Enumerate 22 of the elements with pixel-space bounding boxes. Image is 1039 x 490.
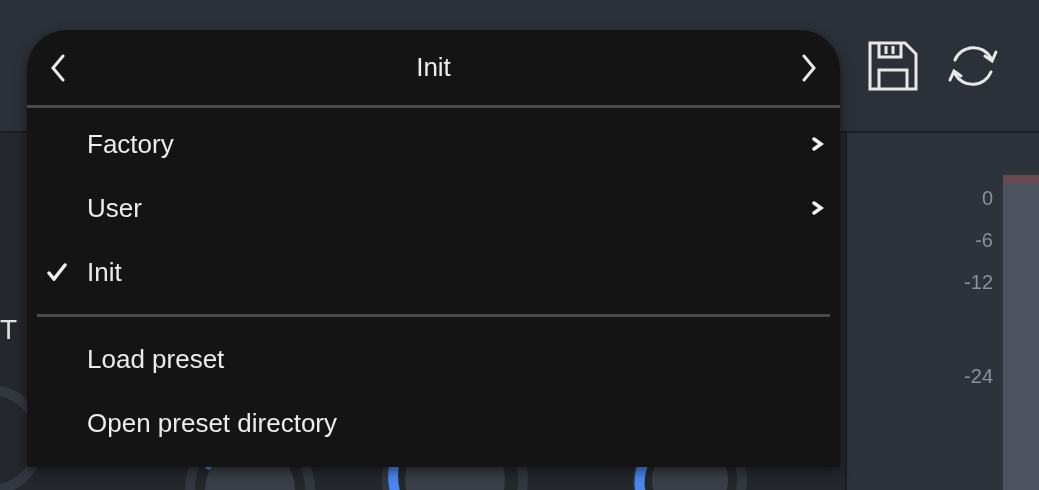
menu-item-label: Factory	[87, 127, 175, 161]
menu-item-label: User	[87, 191, 143, 225]
section-label: T	[0, 312, 18, 347]
meter-scale-label: -12	[964, 270, 993, 295]
meter-scale-label: 0	[981, 186, 993, 211]
meter-scale-label: -6	[975, 228, 993, 253]
menu-item-label: Open preset directory	[87, 406, 338, 440]
menu-item[interactable]: Open preset directory	[27, 391, 840, 455]
chevron-right-icon	[812, 137, 824, 151]
menu-item[interactable]: User	[27, 176, 840, 240]
meter-scale-label: -24	[964, 364, 993, 389]
save-icon[interactable]	[867, 39, 919, 92]
preset-title: Init	[415, 51, 452, 84]
chevron-right-icon	[812, 201, 824, 215]
chevron-right-icon	[802, 53, 816, 82]
menu-item[interactable]: Init	[27, 240, 840, 304]
clip-indicator	[1003, 175, 1039, 183]
menu-item[interactable]: Load preset	[27, 327, 840, 391]
chevron-left-icon	[51, 53, 65, 82]
menu-item-label: Load preset	[87, 342, 226, 376]
menu-item[interactable]: Factory	[27, 112, 840, 176]
menu-item-label: Init	[87, 255, 123, 289]
